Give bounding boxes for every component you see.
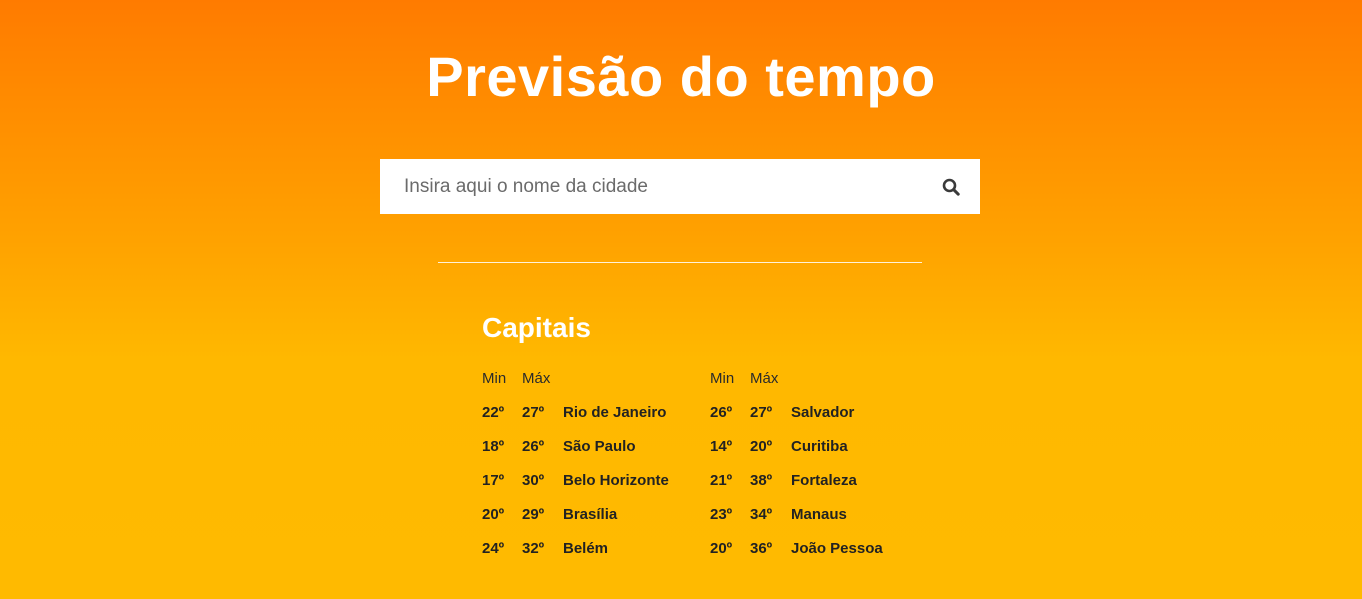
max-temp: 34º <box>750 506 773 523</box>
min-temp: 26º <box>710 404 733 421</box>
city-name: Curitiba <box>791 438 848 455</box>
min-temp: 22º <box>482 404 505 421</box>
max-temp: 26º <box>522 438 545 455</box>
min-temp: 24º <box>482 540 505 557</box>
min-temp: 18º <box>482 438 505 455</box>
max-temp: 32º <box>522 540 545 557</box>
search-button[interactable] <box>922 159 980 214</box>
max-label: Máx <box>522 370 551 387</box>
min-temp: 20º <box>482 506 505 523</box>
max-label: Máx <box>750 370 779 387</box>
min-label: Min <box>482 370 507 387</box>
city-name: Rio de Janeiro <box>563 404 667 421</box>
max-temp: 27º <box>522 404 545 421</box>
city-name: João Pessoa <box>791 540 883 557</box>
search-bar <box>380 159 980 214</box>
divider <box>438 262 922 263</box>
search-icon <box>942 178 960 196</box>
capitais-heading: Capitais <box>482 312 591 343</box>
min-label: Min <box>710 370 735 387</box>
city-name: Fortaleza <box>791 472 857 489</box>
city-name: São Paulo <box>563 438 636 455</box>
city-name: Brasília <box>563 506 618 523</box>
max-temp: 29º <box>522 506 545 523</box>
min-temp: 23º <box>710 506 733 523</box>
city-name: Manaus <box>791 506 847 523</box>
max-temp: 36º <box>750 540 773 557</box>
max-temp: 30º <box>522 472 545 489</box>
min-temp: 14º <box>710 438 733 455</box>
city-name: Belém <box>563 540 609 557</box>
min-temp: 21º <box>710 472 733 489</box>
search-input[interactable] <box>380 159 922 214</box>
max-temp: 27º <box>750 404 773 421</box>
page-title: Previsão do tempo <box>426 45 936 108</box>
city-name: Salvador <box>791 404 855 421</box>
max-temp: 38º <box>750 472 773 489</box>
min-temp: 17º <box>482 472 505 489</box>
city-name: Belo Horizonte <box>563 472 669 489</box>
min-temp: 20º <box>710 540 733 557</box>
max-temp: 20º <box>750 438 773 455</box>
